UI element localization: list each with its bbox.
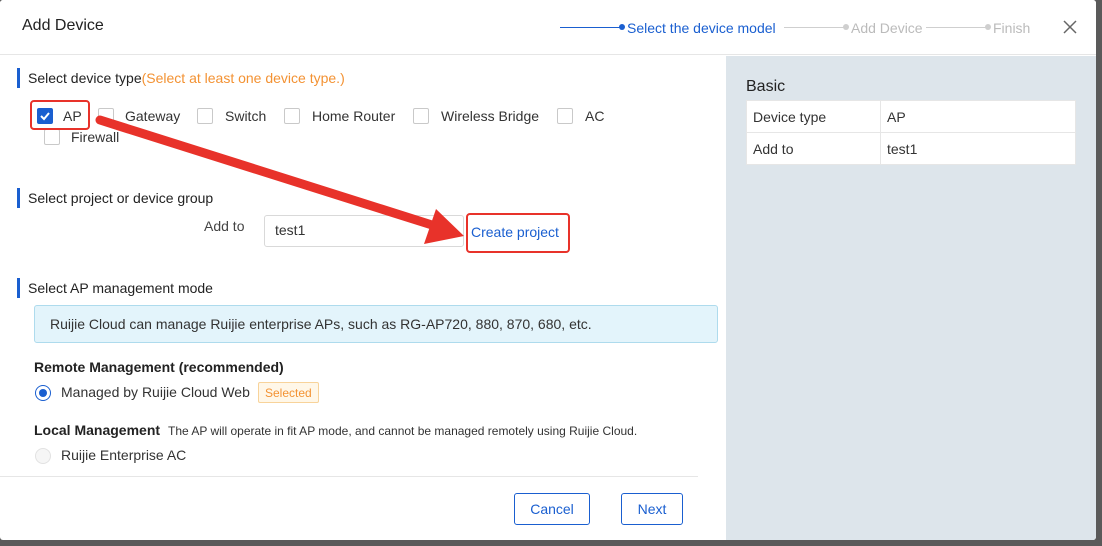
dialog-title: Add Device [22, 17, 104, 34]
step-connector [784, 27, 844, 28]
ap-mode-heading: Select AP management mode [28, 280, 213, 296]
cancel-button[interactable]: Cancel [514, 493, 590, 525]
step-dot [985, 24, 991, 30]
form-pane: Select device type(Select at least one d… [0, 56, 726, 540]
checkbox-home-router-label: Home Router [312, 108, 396, 124]
device-type-title: Select device type [28, 70, 142, 86]
device-type-hint: (Select at least one device type.) [141, 70, 345, 86]
checkbox-switch-label: Switch [225, 108, 267, 124]
add-to-label: Add to [204, 218, 245, 234]
step-finish: Finish [993, 20, 1031, 36]
remote-management-title: Remote Management (recommended) [34, 359, 284, 375]
info-banner: Ruijie Cloud can manage Ruijie enterpris… [34, 305, 718, 343]
checkbox-home-router[interactable] [284, 108, 300, 124]
table-value: test1 [880, 132, 1076, 165]
table-key: Device type [746, 100, 881, 133]
checkbox-switch[interactable] [197, 108, 213, 124]
checkbox-gateway[interactable] [98, 108, 114, 124]
table-value: AP [880, 100, 1076, 133]
step-connector [926, 27, 986, 28]
summary-pane: Basic Device type AP Add to test1 [726, 56, 1096, 540]
step-dot [843, 24, 849, 30]
add-device-dialog: Add Device Select the device model Add D… [0, 0, 1096, 540]
footer-divider [0, 476, 698, 477]
checkbox-gateway-label: Gateway [125, 108, 181, 124]
checkbox-ac-label: AC [585, 108, 605, 124]
radio-ruijie-cloud-web-label: Managed by Ruijie Cloud Web [61, 384, 250, 400]
section-marker [17, 188, 20, 208]
step-connector [560, 27, 620, 28]
local-management-title: Local Management [34, 422, 161, 438]
close-icon[interactable] [1060, 17, 1080, 37]
basic-title: Basic [746, 78, 786, 95]
project-heading: Select project or device group [28, 190, 214, 206]
radio-ruijie-cloud-web[interactable] [35, 385, 51, 401]
dialog-header: Add Device Select the device model Add D… [0, 0, 1096, 55]
basic-summary-table: Device type AP Add to test1 [746, 100, 1076, 165]
checkbox-ac[interactable] [557, 108, 573, 124]
checkbox-wireless-bridge[interactable] [413, 108, 429, 124]
step-select-model: Select the device model [627, 20, 776, 36]
selected-badge: Selected [258, 382, 319, 403]
step-add-device: Add Device [851, 20, 923, 36]
radio-ruijie-enterprise-ac-label: Ruijie Enterprise AC [61, 447, 187, 463]
table-row: Device type AP [746, 100, 1076, 133]
checkbox-firewall-label: Firewall [71, 129, 120, 145]
annotation-highlight-create-project [466, 213, 570, 253]
checkbox-firewall[interactable] [44, 129, 60, 145]
local-management-description: The AP will operate in fit AP mode, and … [168, 424, 638, 438]
annotation-highlight-ap [30, 100, 90, 130]
device-type-heading: Select device type(Select at least one d… [28, 70, 345, 86]
checkbox-wireless-bridge-label: Wireless Bridge [441, 108, 540, 124]
table-row: Add to test1 [746, 132, 1076, 165]
next-button[interactable]: Next [621, 493, 683, 525]
table-key: Add to [746, 132, 881, 165]
section-marker [17, 68, 20, 88]
section-marker [17, 278, 20, 298]
add-to-select[interactable]: test1 [264, 215, 464, 247]
step-dot-active [619, 24, 625, 30]
radio-ruijie-enterprise-ac[interactable] [35, 448, 51, 464]
